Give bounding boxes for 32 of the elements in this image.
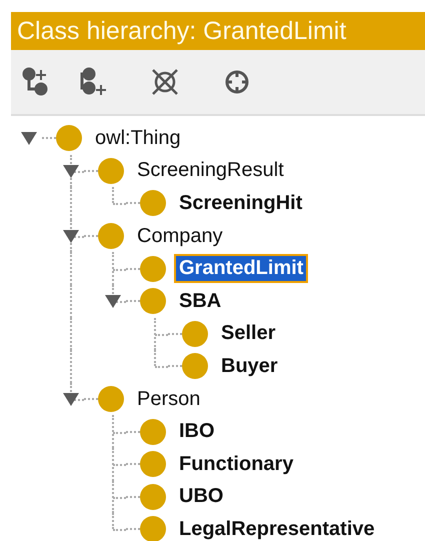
class-node[interactable]: Functionary (174, 450, 298, 479)
class-circle-icon (56, 125, 82, 152)
class-circle-icon (140, 451, 166, 478)
class-circle-icon (98, 386, 124, 412)
class-node[interactable]: UBO (174, 482, 228, 512)
class-node[interactable]: LegalRepresentative (174, 514, 380, 541)
class-circle-icon (182, 320, 208, 347)
class-node[interactable]: ScreeningResult (132, 156, 289, 186)
class-node[interactable]: GrantedLimit (174, 254, 308, 284)
nodes-plus-icon[interactable] (78, 67, 108, 97)
class-node[interactable]: Person (132, 384, 206, 414)
crossed-circle-icon[interactable] (150, 67, 180, 97)
expand-toggle-icon[interactable] (104, 292, 122, 310)
panel-title: Class hierarchy: GrantedLimit (11, 12, 425, 50)
expand-toggle-icon[interactable] (62, 390, 80, 408)
class-node[interactable]: ScreeningHit (174, 188, 308, 218)
class-circle-icon (182, 353, 208, 380)
class-circle-icon (98, 223, 124, 250)
class-circle-icon (140, 288, 166, 314)
class-node[interactable]: Buyer (216, 352, 283, 381)
class-circle-icon (140, 418, 166, 445)
expand-toggle-icon[interactable] (20, 129, 38, 148)
class-node[interactable]: owl:Thing (90, 124, 186, 153)
class-node[interactable]: IBO (174, 417, 220, 446)
class-circle-icon (140, 190, 166, 216)
expand-toggle-icon[interactable] (62, 227, 80, 246)
class-node[interactable]: Seller (216, 319, 280, 348)
class-node[interactable]: Company (132, 222, 228, 251)
class-node[interactable]: SBA (174, 286, 226, 316)
class-circle-icon (140, 256, 166, 282)
class-circle-icon (98, 158, 124, 184)
class-circle-icon (140, 484, 166, 510)
